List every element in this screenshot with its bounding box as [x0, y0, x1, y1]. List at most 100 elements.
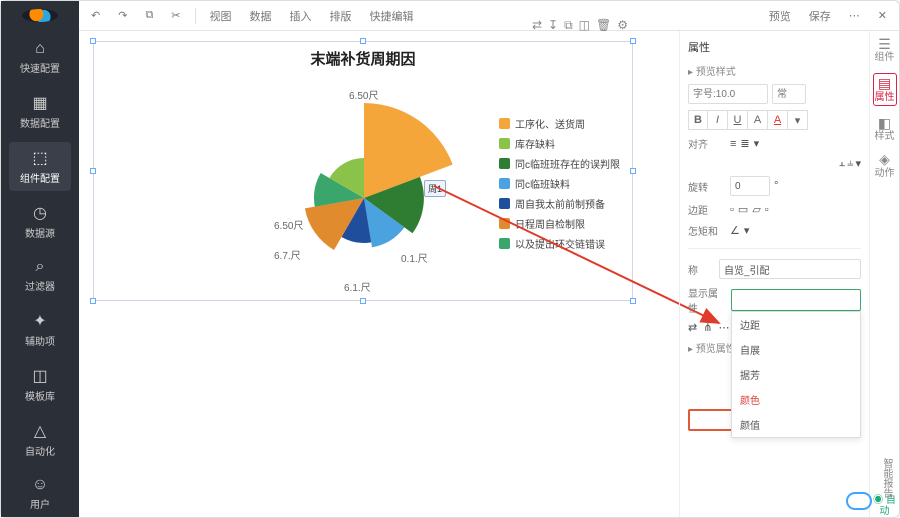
- home-icon: ⌂: [9, 40, 71, 58]
- dropdown-option[interactable]: 边距: [732, 312, 860, 337]
- close-button[interactable]: ✕: [874, 7, 891, 24]
- resize-handle[interactable]: [90, 38, 96, 44]
- menu-layout[interactable]: 排版: [326, 6, 356, 26]
- legend-item[interactable]: 工序化、送货周: [499, 116, 620, 131]
- resize-handle[interactable]: [90, 298, 96, 304]
- sidebar-item-2[interactable]: ⬚组件配置: [9, 142, 71, 191]
- rail-item-1[interactable]: ▤属性: [873, 73, 897, 105]
- font-a-button[interactable]: A: [748, 110, 768, 130]
- section-preview-style[interactable]: ▸ 预览样式: [688, 63, 861, 78]
- linewrap-label: 怎矩和: [688, 223, 726, 238]
- sidebar-item-0[interactable]: ⌂快速配置: [9, 34, 71, 81]
- canvas[interactable]: ⇄ ↧ ⧉ ◫ 🗑 ⚙ 末端补货周期因: [79, 31, 679, 517]
- assistant-icon[interactable]: [846, 492, 872, 510]
- sidebar-item-1[interactable]: ▦数据配置: [9, 87, 71, 136]
- resize-handle[interactable]: [360, 38, 366, 44]
- sidebar-item-7[interactable]: △自动化: [9, 415, 71, 464]
- rail-item-2[interactable]: ◧样式: [875, 116, 895, 142]
- margin-btn-1[interactable]: ▫: [730, 204, 734, 216]
- legend-item[interactable]: 日程周自检制限: [499, 216, 620, 231]
- sidebar-item-4[interactable]: ⌕过滤器: [9, 252, 71, 299]
- font-dropdown-icon[interactable]: ▾: [788, 110, 808, 130]
- rail-item-0[interactable]: ☰组件: [875, 37, 895, 63]
- rotate-input[interactable]: [730, 176, 770, 196]
- legend-item[interactable]: 以及提出环交链错误: [499, 236, 620, 251]
- tool-rail: ☰组件 ▤属性 ◧样式 ◈动作 ◉ 自动: [869, 31, 899, 517]
- underline-button[interactable]: U: [728, 110, 748, 130]
- valign-dropdown[interactable]: ▾: [855, 157, 861, 170]
- resize-handle[interactable]: [630, 298, 636, 304]
- linewrap-button[interactable]: ∠: [730, 224, 740, 237]
- linewrap-dropdown[interactable]: ▾: [744, 224, 750, 237]
- valign-top-button[interactable]: ⫠: [839, 157, 846, 170]
- font-color-button[interactable]: A: [768, 110, 788, 130]
- delete-icon[interactable]: 🗑: [596, 18, 611, 33]
- rotate-label: 旋转: [688, 179, 726, 194]
- name-input[interactable]: [719, 259, 861, 279]
- menu-view[interactable]: 视图: [206, 6, 236, 26]
- chart-data-label[interactable]: 周1: [424, 180, 446, 197]
- menu-insert[interactable]: 插入: [286, 6, 316, 26]
- tool-icon-2[interactable]: ⋔: [703, 321, 712, 334]
- legend-item[interactable]: 周自我太前前制预备: [499, 196, 620, 211]
- cut-button[interactable]: ✂: [167, 7, 184, 24]
- copy-button[interactable]: ⧉: [141, 7, 157, 24]
- rail-auto-switch[interactable]: ◉ 自动: [870, 495, 899, 517]
- legend-item[interactable]: 同c临班班存在的误判限: [499, 156, 620, 171]
- align-label: 对齐: [688, 136, 726, 151]
- clock-icon: ◷: [9, 203, 71, 223]
- resize-handle[interactable]: [630, 168, 636, 174]
- legend-swatch: [499, 178, 510, 189]
- dropdown-option[interactable]: 据芳: [732, 362, 860, 387]
- margin-btn-3[interactable]: ▱: [752, 203, 760, 216]
- menu-data[interactable]: 数据: [246, 6, 276, 26]
- dropdown-option[interactable]: 颜色: [732, 387, 860, 412]
- slice-label: 6.50尺: [349, 87, 378, 102]
- separator: [195, 8, 196, 24]
- showprop-input[interactable]: [731, 289, 861, 311]
- save-button[interactable]: 保存: [805, 6, 835, 26]
- sidebar-item-3[interactable]: ◷数据源: [9, 197, 71, 246]
- bold-button[interactable]: B: [688, 110, 708, 130]
- duplicate-icon[interactable]: ⧉: [564, 18, 573, 33]
- app-logo: [22, 9, 58, 22]
- chart-float-toolbar: ⇄ ↧ ⧉ ◫ 🗑 ⚙: [532, 18, 628, 33]
- font-style-input[interactable]: [772, 84, 806, 104]
- sidebar-item-5[interactable]: ✦辅助项: [9, 305, 71, 354]
- rail-item-3[interactable]: ◈动作: [875, 152, 895, 178]
- valign-mid-button[interactable]: ⫨: [847, 157, 853, 170]
- name-label: 称: [688, 262, 715, 277]
- undo-button[interactable]: ↶: [87, 7, 104, 24]
- sidebar-item-8[interactable]: ☺用户: [9, 470, 71, 517]
- italic-button[interactable]: I: [708, 110, 728, 130]
- dropdown-list: 边距 自展 据芳 颜色 颜值: [731, 311, 861, 438]
- align-dropdown[interactable]: ▾: [754, 137, 760, 150]
- chart-container[interactable]: ⇄ ↧ ⧉ ◫ 🗑 ⚙ 末端补货周期因: [93, 41, 633, 301]
- sidebar-item-6[interactable]: ◫模板库: [9, 360, 71, 409]
- dropdown-option[interactable]: 颜值: [732, 412, 860, 437]
- settings-icon[interactable]: ⚙: [617, 18, 628, 33]
- margin-btn-2[interactable]: ▭: [738, 203, 748, 216]
- slice-label: 6.1.尺: [344, 279, 371, 294]
- resize-handle[interactable]: [90, 168, 96, 174]
- slice-label: 6.7.尺: [274, 247, 301, 262]
- layout-icon[interactable]: ◫: [579, 18, 590, 33]
- resize-handle[interactable]: [630, 38, 636, 44]
- legend-item[interactable]: 库存缺料: [499, 136, 620, 151]
- menu-quickedit[interactable]: 快捷编辑: [366, 6, 418, 26]
- preview-button[interactable]: 预览: [765, 6, 795, 26]
- redo-button[interactable]: ↷: [114, 7, 131, 24]
- download-icon[interactable]: ↧: [548, 18, 558, 33]
- resize-handle[interactable]: [360, 298, 366, 304]
- align-left-button[interactable]: ≡: [730, 138, 736, 150]
- tool-icon-3[interactable]: ⋯: [718, 321, 729, 334]
- margin-btn-4[interactable]: ▫: [765, 204, 769, 216]
- align-center-button[interactable]: ≣: [740, 137, 749, 150]
- dropdown-option[interactable]: 自展: [732, 337, 860, 362]
- tool-icon-1[interactable]: ⇄: [688, 321, 697, 334]
- swap-icon[interactable]: ⇄: [532, 18, 542, 33]
- font-size-input[interactable]: [688, 84, 768, 104]
- more-button[interactable]: ⋯: [845, 7, 864, 24]
- showprop-dropdown[interactable]: 边距 自展 据芳 颜色 颜值: [731, 289, 861, 311]
- legend-item[interactable]: 同c临班缺料: [499, 176, 620, 191]
